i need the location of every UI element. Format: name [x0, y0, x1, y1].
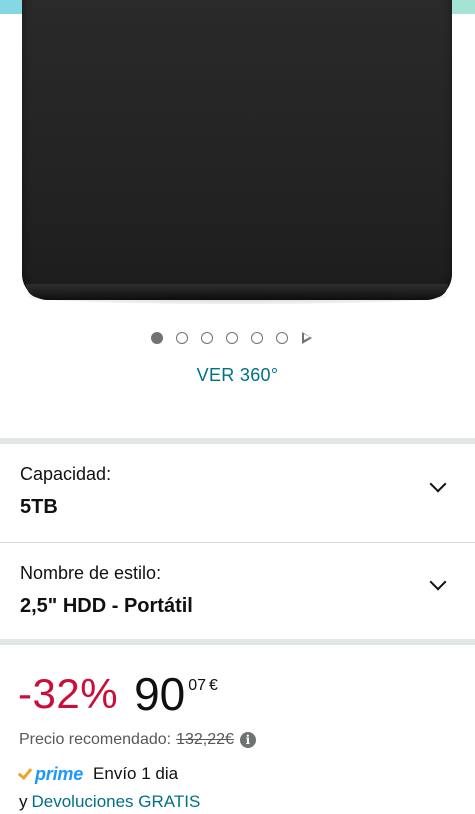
view-360-link[interactable]: VER 360° [0, 365, 475, 386]
price-whole: 90 [134, 668, 186, 720]
delivery-text: Envío 1 dia [93, 764, 179, 783]
product-image-shadow [28, 290, 446, 304]
carousel-dot[interactable] [276, 332, 288, 344]
carousel-dot[interactable] [226, 332, 238, 344]
returns-info: y Devoluciones GRATIS [19, 792, 200, 812]
chevron-down-icon[interactable] [429, 573, 447, 591]
carousel-dot-active[interactable] [151, 332, 163, 344]
price-block: -32% 90 07 € [18, 668, 218, 724]
discount-percentage: -32% [18, 670, 119, 717]
prime-logo: prime [35, 763, 84, 784]
carousel-dot[interactable] [201, 332, 213, 344]
rrp-label: Precio recomendado: [19, 731, 172, 748]
prime-delivery: prime Envío 1 dia [17, 762, 179, 786]
image-carousel-indicator [151, 331, 312, 345]
play-icon[interactable] [302, 332, 312, 344]
chevron-down-icon[interactable] [429, 475, 447, 493]
returns-prefix: y [19, 792, 28, 811]
recommended-price: Precio recomendado: 132,22€ i [19, 731, 256, 749]
rrp-value: 132,22€ [176, 731, 234, 748]
product-image-gallery[interactable] [0, 0, 475, 314]
capacity-label: Capacidad: [20, 464, 112, 484]
style-name-label: Nombre de estilo: [20, 563, 162, 583]
capacity-selector[interactable]: Capacidad: 5TB [0, 444, 475, 540]
info-icon[interactable]: i [239, 732, 256, 748]
carousel-dot[interactable] [176, 332, 188, 344]
style-name-selector[interactable]: Nombre de estilo: 2,5" HDD - Portátil [0, 543, 475, 639]
style-name-value: 2,5" HDD - Portátil [20, 595, 193, 617]
capacity-value: 5TB [20, 496, 58, 518]
prime-check-icon [17, 764, 33, 780]
free-returns-link[interactable]: Devoluciones GRATIS [32, 792, 201, 811]
carousel-dot[interactable] [251, 332, 263, 344]
section-divider [0, 639, 475, 645]
price-currency: € [209, 677, 218, 694]
product-image [22, 0, 452, 300]
price-fraction: 07 [188, 677, 207, 694]
